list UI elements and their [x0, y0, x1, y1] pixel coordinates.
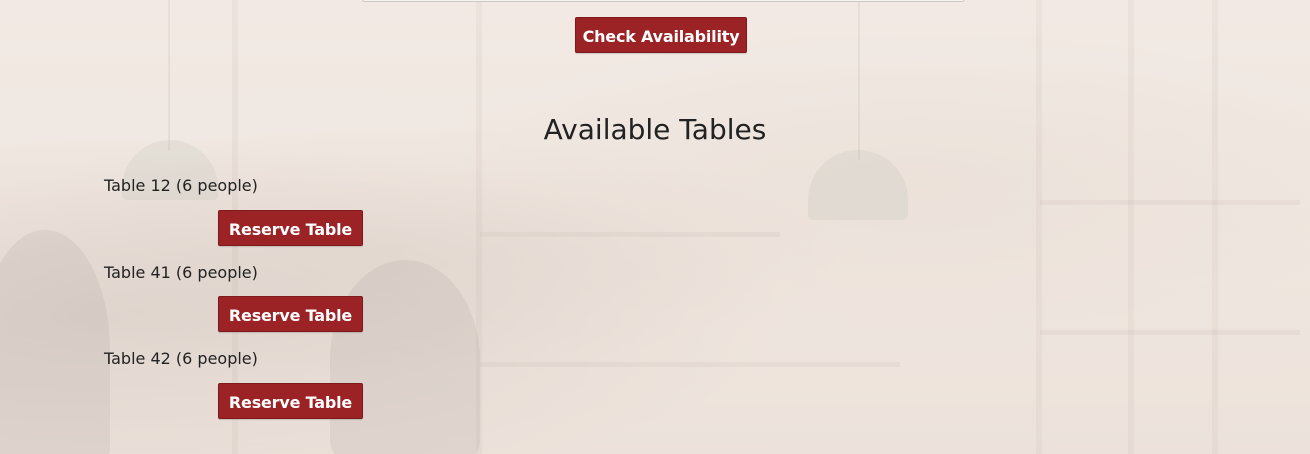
check-availability-button[interactable]: Check Availability — [575, 17, 747, 53]
reserve-table-button[interactable]: Reserve Table — [218, 383, 363, 419]
table-label: Table 42 (6 people) — [104, 349, 258, 368]
available-tables-heading: Available Tables — [543, 113, 767, 146]
date-input-field[interactable] — [362, 0, 965, 2]
reservation-panel: Check Availability Available Tables Tabl… — [0, 0, 1310, 454]
reserve-table-button[interactable]: Reserve Table — [218, 296, 363, 332]
reserve-table-button[interactable]: Reserve Table — [218, 210, 363, 246]
table-label: Table 12 (6 people) — [104, 176, 258, 195]
table-label: Table 41 (6 people) — [104, 263, 258, 282]
